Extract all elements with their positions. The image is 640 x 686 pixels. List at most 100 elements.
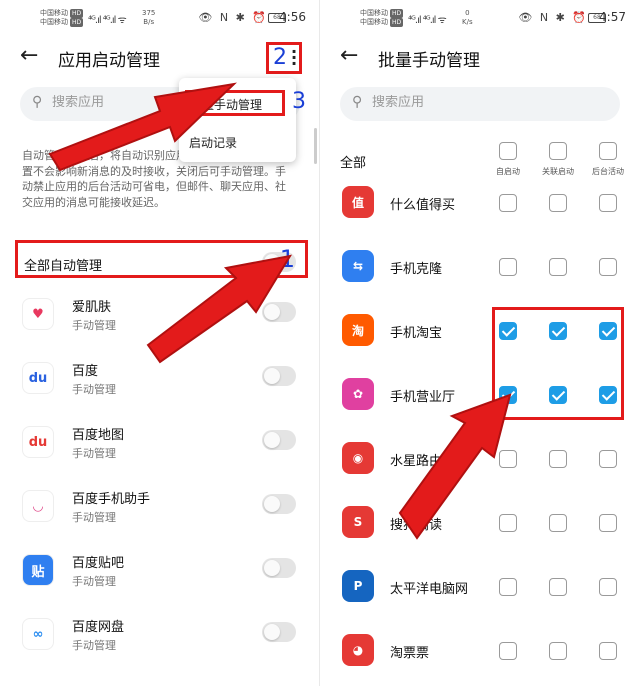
background-checkbox[interactable] bbox=[599, 194, 617, 212]
batch-app-row: ⇆ 手机克隆 bbox=[320, 236, 640, 300]
app-name: 百度手机助手 bbox=[72, 492, 151, 507]
app-mode: 手动管理 bbox=[72, 575, 116, 588]
app-name: 太平洋电脑网 bbox=[390, 582, 469, 597]
app-icon: 值 bbox=[342, 186, 374, 218]
app-mode: 手动管理 bbox=[72, 447, 116, 460]
background-checkbox[interactable] bbox=[599, 258, 617, 276]
app-mode: 手动管理 bbox=[72, 511, 116, 524]
app-icon: du bbox=[22, 426, 54, 458]
app-auto-manage-toggle[interactable] bbox=[262, 494, 296, 514]
app-name: 百度 bbox=[72, 364, 99, 379]
app-row[interactable]: 贴 百度贴吧手动管理 bbox=[0, 542, 320, 606]
search-input[interactable] bbox=[372, 95, 572, 110]
autostart-checkbox[interactable] bbox=[499, 578, 517, 596]
batch-app-row: ◕ 淘票票 bbox=[320, 620, 640, 684]
batch-app-row: ◉ 水星路由 bbox=[320, 428, 640, 492]
title-bar: ← 应用启动管理 2 · · · bbox=[0, 40, 320, 74]
checked-highlight-frame bbox=[492, 307, 624, 420]
app-name: 手机淘宝 bbox=[390, 326, 443, 341]
linked-start-checkbox[interactable] bbox=[549, 194, 567, 212]
app-icon: ◕ bbox=[342, 634, 374, 666]
search-icon: ⚲ bbox=[352, 94, 363, 110]
app-icon: ⇆ bbox=[342, 250, 374, 282]
back-arrow-icon[interactable]: ← bbox=[340, 44, 358, 68]
select-all-autostart-checkbox[interactable] bbox=[499, 142, 517, 160]
more-vertical-icon[interactable]: · · · bbox=[291, 44, 297, 72]
batch-app-row: S 搜狗阅读 bbox=[320, 492, 640, 556]
app-icon: du bbox=[22, 362, 54, 394]
autostart-checkbox[interactable] bbox=[499, 514, 517, 532]
app-launch-screen: 中国移动 HD 中国移动 HD ⁴ᴳ.ıl ⁴ᴳ.ıl ᯤ 375 B/s 👁 N ✱… bbox=[0, 0, 320, 686]
title-bar: ← 批量手动管理 bbox=[320, 40, 640, 74]
signal-icon: ⁴ᴳ.ıl ⁴ᴳ.ıl ᯤ bbox=[408, 15, 447, 26]
autostart-checkbox[interactable] bbox=[499, 450, 517, 468]
app-icon: ◉ bbox=[342, 442, 374, 474]
signal-icon: ⁴ᴳ.ıl ⁴ᴳ.ıl ᯤ bbox=[88, 15, 127, 26]
background-checkbox[interactable] bbox=[599, 514, 617, 532]
app-auto-manage-toggle[interactable] bbox=[262, 558, 296, 578]
app-name: 爱肌肤 bbox=[72, 300, 112, 315]
all-auto-manage-row[interactable]: 全部自动管理 1 bbox=[15, 240, 308, 278]
app-auto-manage-toggle[interactable] bbox=[262, 366, 296, 386]
app-row[interactable]: ◡ 百度手机助手 手动管理 bbox=[0, 478, 320, 542]
batch-app-row: 值 什么值得买 bbox=[320, 172, 640, 236]
app-name: 淘票票 bbox=[390, 646, 430, 661]
app-row[interactable]: du 百度手动管理 bbox=[0, 350, 320, 414]
app-icon: S bbox=[342, 506, 374, 538]
select-all-label: 全部 bbox=[340, 156, 367, 171]
back-arrow-icon[interactable]: ← bbox=[20, 44, 38, 68]
linked-start-checkbox[interactable] bbox=[549, 258, 567, 276]
app-row[interactable]: ∞ 百度网盘手动管理 bbox=[0, 606, 320, 670]
menu-item-batch-manage[interactable]: 批量手动管理 3 bbox=[185, 89, 306, 116]
background-checkbox[interactable] bbox=[599, 450, 617, 468]
background-checkbox[interactable] bbox=[599, 642, 617, 660]
autostart-checkbox[interactable] bbox=[499, 642, 517, 660]
more-menu-highlight[interactable]: 2 · · · bbox=[266, 42, 302, 74]
app-row[interactable]: du 百度地图手动管理 bbox=[0, 414, 320, 478]
status-bar: 中国移动 HD 中国移动 HD ⁴ᴳ.ıl ⁴ᴳ.ıl ᯤ 0 K/s 👁 N ✱ ⏰… bbox=[320, 0, 640, 36]
app-mode: 手动管理 bbox=[72, 383, 116, 396]
app-name: 百度贴吧 bbox=[72, 556, 125, 571]
app-auto-manage-toggle[interactable] bbox=[262, 302, 296, 322]
clock: 4:57 bbox=[599, 10, 626, 24]
step-number-3: 3 bbox=[292, 89, 306, 114]
status-bar: 中国移动 HD 中国移动 HD ⁴ᴳ.ıl ⁴ᴳ.ıl ᯤ 375 B/s 👁 N ✱… bbox=[0, 0, 320, 36]
app-auto-manage-toggle[interactable] bbox=[262, 622, 296, 642]
app-name: 百度地图 bbox=[72, 428, 125, 443]
linked-start-checkbox[interactable] bbox=[549, 450, 567, 468]
autostart-checkbox[interactable] bbox=[499, 258, 517, 276]
linked-start-checkbox[interactable] bbox=[549, 514, 567, 532]
menu-item-launch-records[interactable]: 启动记录 bbox=[189, 134, 237, 151]
overflow-menu: 批量手动管理 3 启动记录 bbox=[179, 78, 306, 162]
status-icons: 👁 N ✱ ⏰ bbox=[198, 11, 268, 24]
app-auto-manage-toggle[interactable] bbox=[262, 430, 296, 450]
carrier-label: 中国移动 HD bbox=[40, 9, 84, 18]
app-row[interactable]: ♥ 爱肌肤手动管理 bbox=[0, 286, 320, 350]
step-number-2: 2 bbox=[273, 45, 287, 70]
status-icons: 👁 N ✱ ⏰ bbox=[518, 11, 588, 24]
linked-start-checkbox[interactable] bbox=[549, 578, 567, 596]
app-name: 手机营业厅 bbox=[390, 390, 456, 405]
app-name: 什么值得买 bbox=[390, 198, 456, 213]
app-mode: 手动管理 bbox=[72, 639, 116, 652]
app-name: 水星路由 bbox=[390, 454, 443, 469]
background-checkbox[interactable] bbox=[599, 578, 617, 596]
app-icon: 贴 bbox=[22, 554, 54, 586]
batch-app-row: P 太平洋电脑网 bbox=[320, 556, 640, 620]
app-name: 百度网盘 bbox=[72, 620, 125, 635]
app-icon: ♥ bbox=[22, 298, 54, 330]
network-speed: 0 K/s bbox=[462, 9, 473, 26]
app-mode: 手动管理 bbox=[72, 319, 116, 332]
app-icon: ◡ bbox=[22, 490, 54, 522]
search-bar[interactable]: ⚲ bbox=[340, 87, 620, 121]
select-all-background-checkbox[interactable] bbox=[599, 142, 617, 160]
all-auto-manage-label: 全部自动管理 bbox=[24, 259, 103, 274]
linked-start-checkbox[interactable] bbox=[549, 642, 567, 660]
clock: 4:56 bbox=[279, 10, 306, 24]
carrier-label: 中国移动 HD bbox=[40, 18, 84, 27]
select-all-linked-start-checkbox[interactable] bbox=[549, 142, 567, 160]
app-name: 搜狗阅读 bbox=[390, 518, 443, 533]
scrollbar[interactable] bbox=[314, 128, 317, 164]
app-icon: ∞ bbox=[22, 618, 54, 650]
autostart-checkbox[interactable] bbox=[499, 194, 517, 212]
